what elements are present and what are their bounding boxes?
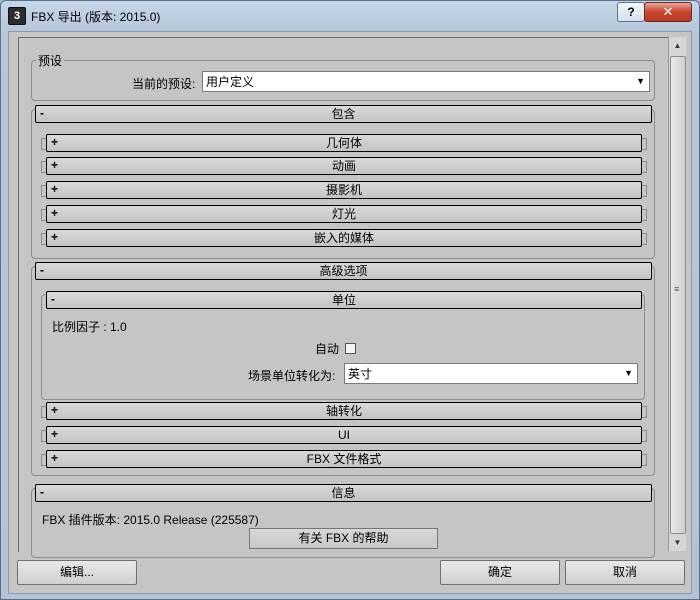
auto-label: 自动 [315, 342, 340, 356]
scene-units-dropdown[interactable]: 英寸 ▼ [344, 363, 638, 384]
bracket-left [41, 138, 46, 150]
info-rollout-header[interactable]: - 信息 [35, 484, 652, 502]
units-title: 单位 [331, 293, 356, 307]
bracket-right [642, 406, 647, 418]
rollout-lights[interactable]: + 灯光 [41, 205, 647, 223]
bracket-left [41, 406, 46, 418]
rollout-title: 轴转化 [325, 404, 362, 418]
current-preset-dropdown[interactable]: 用户定义 ▼ [202, 71, 650, 92]
advanced-rollout-header[interactable]: - 高级选项 [35, 262, 652, 280]
bracket-right [642, 430, 647, 442]
rollout-title: 灯光 [331, 207, 356, 221]
bracket-left [41, 233, 46, 245]
convert-units-label: 场景单位转化为: [248, 369, 336, 383]
bracket-right [642, 185, 647, 197]
rollout-title: FBX 文件格式 [306, 452, 382, 466]
rollout-animation[interactable]: + 动画 [41, 157, 647, 175]
help-button[interactable]: ? [617, 2, 645, 22]
rollout-axis-conversion[interactable]: + 轴转化 [41, 402, 647, 420]
close-button[interactable]: ✕ [644, 2, 692, 22]
bracket-left [41, 185, 46, 197]
rollout-geometry[interactable]: + 几何体 [41, 134, 647, 152]
units-rollout-header[interactable]: - 单位 [46, 291, 642, 309]
bracket-left [41, 161, 46, 173]
rollout-title: UI [338, 428, 350, 442]
bracket-left [41, 454, 46, 466]
edit-button[interactable]: 编辑... [17, 560, 137, 585]
scale-factor-label: 比例因子 : 1.0 [52, 320, 127, 334]
bracket-left [41, 430, 46, 442]
bracket-left [41, 209, 46, 221]
plugin-version: FBX 插件版本: 2015.0 Release (225587) [42, 513, 259, 527]
fbx-help-button[interactable]: 有关 FBX 的帮助 [249, 528, 438, 549]
bracket-right [642, 209, 647, 221]
scrollbar-thumb[interactable]: ≡ [670, 56, 686, 534]
bracket-right [642, 233, 647, 245]
include-rollout-header[interactable]: - 包含 [35, 105, 652, 123]
bracket-right [642, 161, 647, 173]
preset-group-label: 预设 [36, 52, 65, 69]
rollout-title: 动画 [331, 159, 356, 173]
rollout-embedded-media[interactable]: + 嵌入的媒体 [41, 229, 647, 247]
advanced-title: 高级选项 [319, 264, 368, 278]
scroll-down-icon[interactable]: ▼ [669, 534, 686, 551]
vertical-scrollbar[interactable]: ▲ ≡ ▼ [668, 37, 686, 551]
3dsmax-icon: 3 [8, 7, 26, 25]
rollout-title: 几何体 [325, 136, 362, 150]
scroll-up-icon[interactable]: ▲ [669, 37, 686, 54]
rollout-title: 嵌入的媒体 [313, 231, 374, 245]
current-preset-value: 用户定义 [206, 75, 255, 89]
window-title: FBX 导出 (版本: 2015.0) [31, 10, 161, 24]
chevron-down-icon: ▼ [624, 368, 633, 378]
bracket-right [642, 138, 647, 150]
rollout-ui[interactable]: + UI [41, 426, 647, 444]
scene-units-value: 英寸 [348, 367, 373, 381]
cancel-button[interactable]: 取消 [565, 560, 685, 585]
title-bar: 3 FBX 导出 (版本: 2015.0) ? ✕ [1, 1, 699, 31]
fbx-export-dialog: 3 FBX 导出 (版本: 2015.0) ? ✕ 预设 当前的预设: 用户定义… [0, 0, 700, 600]
chevron-down-icon: ▼ [636, 76, 645, 86]
include-title: 包含 [331, 107, 356, 121]
info-title: 信息 [331, 486, 356, 500]
grip-icon: ≡ [674, 284, 680, 294]
current-preset-label: 当前的预设: [132, 77, 196, 91]
rollout-title: 摄影机 [325, 183, 362, 197]
rollout-fbx-file-format[interactable]: + FBX 文件格式 [41, 450, 647, 468]
bracket-right [642, 454, 647, 466]
ok-button[interactable]: 确定 [440, 560, 560, 585]
dialog-body: 预设 当前的预设: 用户定义 ▼ - 包含 + 几何体 + 动画 + 摄影机 +… [8, 31, 692, 594]
auto-checkbox[interactable] [345, 343, 356, 354]
units-section [41, 294, 645, 400]
rollout-panel: 预设 当前的预设: 用户定义 ▼ - 包含 + 几何体 + 动画 + 摄影机 +… [18, 37, 668, 558]
rollout-cameras[interactable]: + 摄影机 [41, 181, 647, 199]
